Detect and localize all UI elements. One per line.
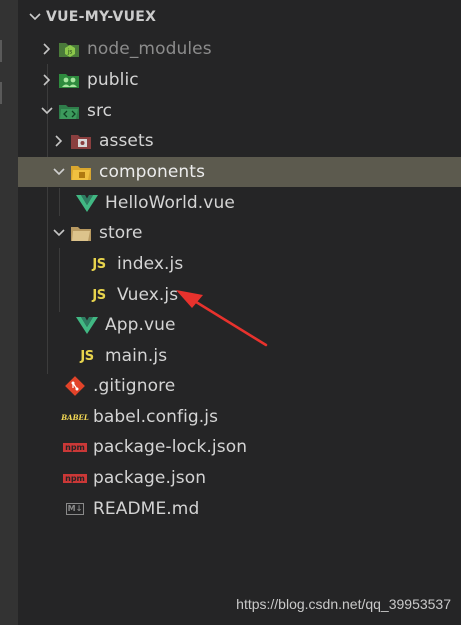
npm-icon: npm — [63, 432, 87, 462]
activity-indicator — [0, 82, 2, 104]
watermark: https://blog.csdn.net/qq_39953537 — [236, 596, 451, 612]
chevron-right-icon[interactable] — [40, 34, 54, 64]
activity-indicator — [0, 40, 2, 62]
vue-icon — [76, 188, 98, 218]
tree-item-label: main.js — [105, 346, 168, 366]
tree-item-label: package-lock.json — [93, 437, 248, 457]
tree-item-label: babel.config.js — [93, 407, 219, 427]
tree-item-label: package.json — [93, 468, 207, 488]
assets-folder-icon — [70, 126, 92, 156]
tree-item-index-js[interactable]: JS index.js — [18, 249, 461, 279]
src-folder-icon — [58, 96, 80, 126]
folder-open-icon — [70, 218, 92, 248]
tree-item-label: components — [99, 162, 206, 182]
node-folder-icon: js — [58, 34, 80, 64]
git-icon — [64, 371, 86, 401]
workspace-title: VUE-MY-VUEX — [46, 9, 157, 25]
tree-item-main-js[interactable]: JS main.js — [18, 341, 461, 371]
npm-icon-text: npm — [63, 473, 87, 483]
babel-icon: BABEL — [61, 402, 89, 432]
public-folder-icon — [58, 65, 80, 95]
js-icon: JS — [92, 287, 106, 303]
file-explorer: VUE-MY-VUEX js node_modules public src a… — [18, 0, 461, 625]
tree-item-readme[interactable]: M↓ README.md — [18, 494, 461, 524]
npm-icon: npm — [63, 463, 87, 493]
tree-item-babel-config[interactable]: BABEL babel.config.js — [18, 402, 461, 432]
tree-item-helloworld-vue[interactable]: HelloWorld.vue — [18, 188, 461, 218]
tree-item-label: App.vue — [105, 315, 176, 335]
chevron-down-icon[interactable] — [52, 218, 66, 248]
tree-item-label: assets — [99, 131, 154, 151]
tree-item-gitignore[interactable]: .gitignore — [18, 371, 461, 401]
chevron-right-icon[interactable] — [40, 65, 54, 95]
chevron-down-icon[interactable] — [52, 157, 66, 187]
tree-item-package-lock[interactable]: npm package-lock.json — [18, 432, 461, 462]
tree-item-label: .gitignore — [93, 376, 176, 396]
js-icon: JS — [80, 348, 94, 364]
tree-item-label: HelloWorld.vue — [105, 193, 235, 213]
svg-text:js: js — [67, 49, 73, 56]
tree-item-node-modules[interactable]: js node_modules — [18, 34, 461, 64]
npm-icon-text: npm — [63, 442, 87, 452]
tree-item-public[interactable]: public — [18, 65, 461, 95]
tree-item-label: public — [87, 70, 139, 90]
tree-item-src[interactable]: src — [18, 96, 461, 126]
babel-icon-text: BABEL — [61, 412, 89, 422]
markdown-icon: M↓ — [64, 494, 86, 524]
tree-item-label: node_modules — [87, 39, 212, 59]
explorer-header[interactable]: VUE-MY-VUEX — [18, 4, 461, 30]
tree-item-components[interactable]: components — [18, 157, 461, 187]
tree-item-assets[interactable]: assets — [18, 126, 461, 156]
components-folder-icon — [70, 157, 92, 187]
tree-item-label: README.md — [93, 499, 200, 519]
chevron-down-icon[interactable] — [24, 10, 46, 24]
activity-bar — [0, 0, 18, 625]
markdown-icon-text: M↓ — [65, 503, 85, 515]
tree-item-label: src — [87, 101, 113, 121]
js-icon: JS — [92, 256, 106, 272]
tree-item-vuex-js[interactable]: JS Vuex.js — [18, 280, 461, 310]
tree-item-label: Vuex.js — [117, 285, 179, 305]
vue-icon — [76, 310, 98, 340]
chevron-right-icon[interactable] — [52, 126, 66, 156]
tree-item-label: store — [99, 223, 143, 243]
tree-item-package-json[interactable]: npm package.json — [18, 463, 461, 493]
tree-item-store[interactable]: store — [18, 218, 461, 248]
tree-item-label: index.js — [117, 254, 184, 274]
tree-item-app-vue[interactable]: App.vue — [18, 310, 461, 340]
chevron-down-icon[interactable] — [40, 96, 54, 126]
